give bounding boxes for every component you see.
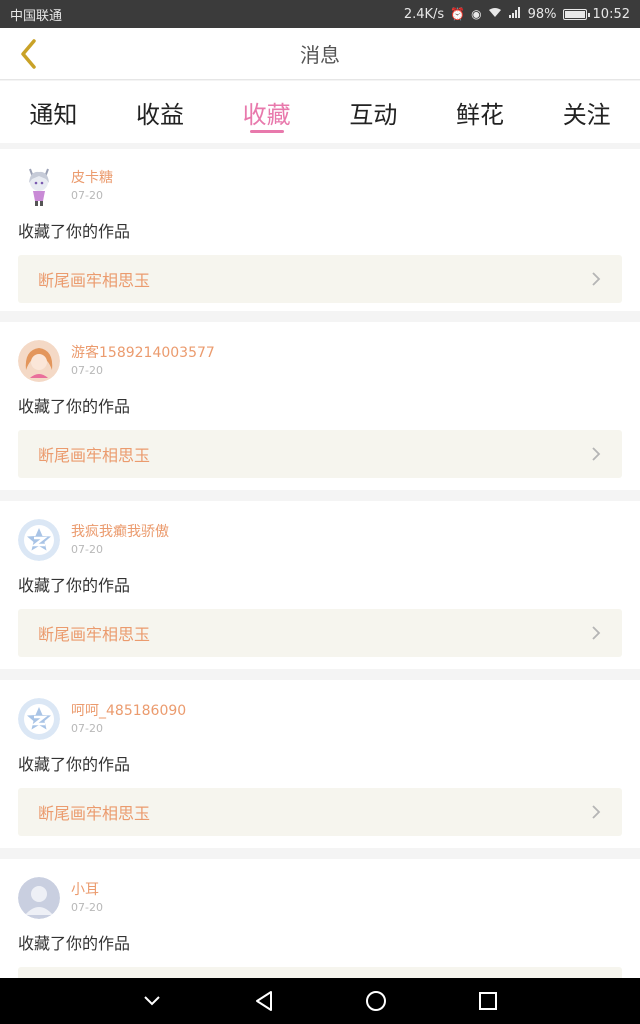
tab-4[interactable]: 鲜花 <box>427 81 534 143</box>
user-meta: 皮卡糖 07-20 <box>71 165 113 204</box>
tab-label: 鲜花 <box>456 100 505 129</box>
tab-label: 收藏 <box>242 100 291 129</box>
home-nav-button[interactable] <box>364 989 388 1013</box>
user-meta: 我疯我癫我骄傲 07-20 <box>71 519 169 558</box>
action-text: 收藏了你的作品 <box>18 397 131 416</box>
work-link[interactable]: 断尾画牢相思玉 <box>18 788 622 836</box>
user-row: 皮卡糖 07-20 <box>18 165 622 211</box>
username[interactable]: 呵呵_485186090 <box>71 702 186 720</box>
list-item[interactable]: 皮卡糖 07-20 收藏了你的作品断尾画牢相思玉 <box>0 149 640 311</box>
eye-icon: ◉ <box>471 7 482 21</box>
user-meta: 小耳 07-20 <box>71 877 103 916</box>
back-arrow-icon <box>21 39 36 69</box>
username[interactable]: 皮卡糖 <box>71 169 113 187</box>
user-meta: 呵呵_485186090 07-20 <box>71 698 186 737</box>
list-item[interactable]: 呵呵_485186090 07-20 收藏了你的作品断尾画牢相思玉 <box>0 680 640 848</box>
back-nav-button[interactable] <box>252 989 276 1013</box>
battery-icon <box>562 8 590 20</box>
date: 07-20 <box>71 722 103 735</box>
tab-2[interactable]: 收藏 <box>213 81 320 143</box>
work-title: 断尾画牢相思玉 <box>38 446 151 465</box>
status-bar: 中国联通 2.4K/s ⏰ ◉ 98% 10:52 <box>0 0 640 28</box>
tab-label: 互动 <box>349 100 398 129</box>
action-text: 收藏了你的作品 <box>18 222 131 241</box>
chevron-right-icon <box>592 447 601 461</box>
message-list[interactable]: 皮卡糖 07-20 收藏了你的作品 断尾画牢相思玉 游客1589214003577 07-… <box>0 143 640 978</box>
triangle-back-icon <box>256 991 272 1011</box>
wifi-icon <box>488 7 502 21</box>
action-text: 收藏了你的作品 <box>18 755 131 774</box>
tab-label: 关注 <box>562 100 611 129</box>
system-nav-bar <box>0 978 640 1024</box>
user-row: 小耳 07-20 <box>18 877 622 923</box>
avatar[interactable] <box>18 698 60 740</box>
list-item[interactable]: 游客1589214003577 07-20 收藏了你的作品断尾画牢相思玉 <box>0 322 640 490</box>
work-link[interactable]: 断尾画牢相思玉 <box>18 430 622 478</box>
active-tab-indicator <box>249 130 284 133</box>
avatar[interactable] <box>18 877 60 919</box>
chevron-right-icon <box>592 805 601 819</box>
action-text: 收藏了你的作品 <box>18 576 131 595</box>
date: 07-20 <box>71 901 103 914</box>
avatar[interactable] <box>18 165 60 207</box>
square-recents-icon <box>479 992 497 1010</box>
list-item[interactable]: 小耳 07-20 收藏了你的作品 <box>0 859 640 978</box>
page-title: 消息 <box>300 43 340 67</box>
avatar[interactable] <box>18 519 60 561</box>
tab-1[interactable]: 收益 <box>107 81 214 143</box>
tab-bar: 通知 收益 收藏 互动 鲜花 关注 <box>0 81 640 143</box>
work-link[interactable]: 断尾画牢相思玉 <box>18 609 622 657</box>
date: 07-20 <box>71 543 103 556</box>
network-speed: 2.4K/s <box>403 6 445 22</box>
carrier-name: 中国联通 <box>10 8 63 24</box>
username[interactable]: 我疯我癫我骄傲 <box>71 523 169 541</box>
chevron-down-icon <box>144 996 160 1006</box>
user-row: 游客1589214003577 07-20 <box>18 340 622 386</box>
tab-3[interactable]: 互动 <box>320 81 427 143</box>
circle-home-icon <box>366 991 386 1011</box>
work-link[interactable]: 断尾画牢相思玉 <box>18 255 622 303</box>
clock: 10:52 <box>592 6 630 22</box>
battery-percent: 98% <box>527 6 557 22</box>
back-button[interactable] <box>10 36 46 72</box>
collapse-button[interactable] <box>140 989 164 1013</box>
chevron-right-icon <box>592 626 601 640</box>
work-title: 断尾画牢相思玉 <box>38 271 151 290</box>
username[interactable]: 小耳 <box>71 881 103 899</box>
battery-fill <box>564 10 585 18</box>
tab-0[interactable]: 通知 <box>0 81 107 143</box>
user-row: 我疯我癫我骄傲 07-20 <box>18 519 622 565</box>
user-row: 呵呵_485186090 07-20 <box>18 698 622 744</box>
chevron-right-icon <box>592 272 601 286</box>
tab-label: 通知 <box>29 100 78 129</box>
list-item[interactable]: 我疯我癫我骄傲 07-20 收藏了你的作品断尾画牢相思玉 <box>0 501 640 669</box>
recents-nav-button[interactable] <box>476 989 500 1013</box>
tab-5[interactable]: 关注 <box>533 81 640 143</box>
tab-label: 收益 <box>136 100 184 129</box>
action-text: 收藏了你的作品 <box>18 934 131 953</box>
date: 07-20 <box>71 189 103 202</box>
work-title: 断尾画牢相思玉 <box>38 625 151 644</box>
avatar[interactable] <box>18 340 60 382</box>
user-meta: 游客1589214003577 07-20 <box>71 340 215 379</box>
username[interactable]: 游客1589214003577 <box>71 344 215 362</box>
signal-icon <box>508 7 522 21</box>
date: 07-20 <box>71 364 103 377</box>
alarm-icon: ⏰ <box>450 7 466 21</box>
status-icons: 2.4K/s ⏰ ◉ 98% 10:52 <box>404 7 630 22</box>
work-title: 断尾画牢相思玉 <box>38 804 151 823</box>
app-header: 消息 <box>0 28 640 80</box>
work-link[interactable] <box>18 967 622 978</box>
